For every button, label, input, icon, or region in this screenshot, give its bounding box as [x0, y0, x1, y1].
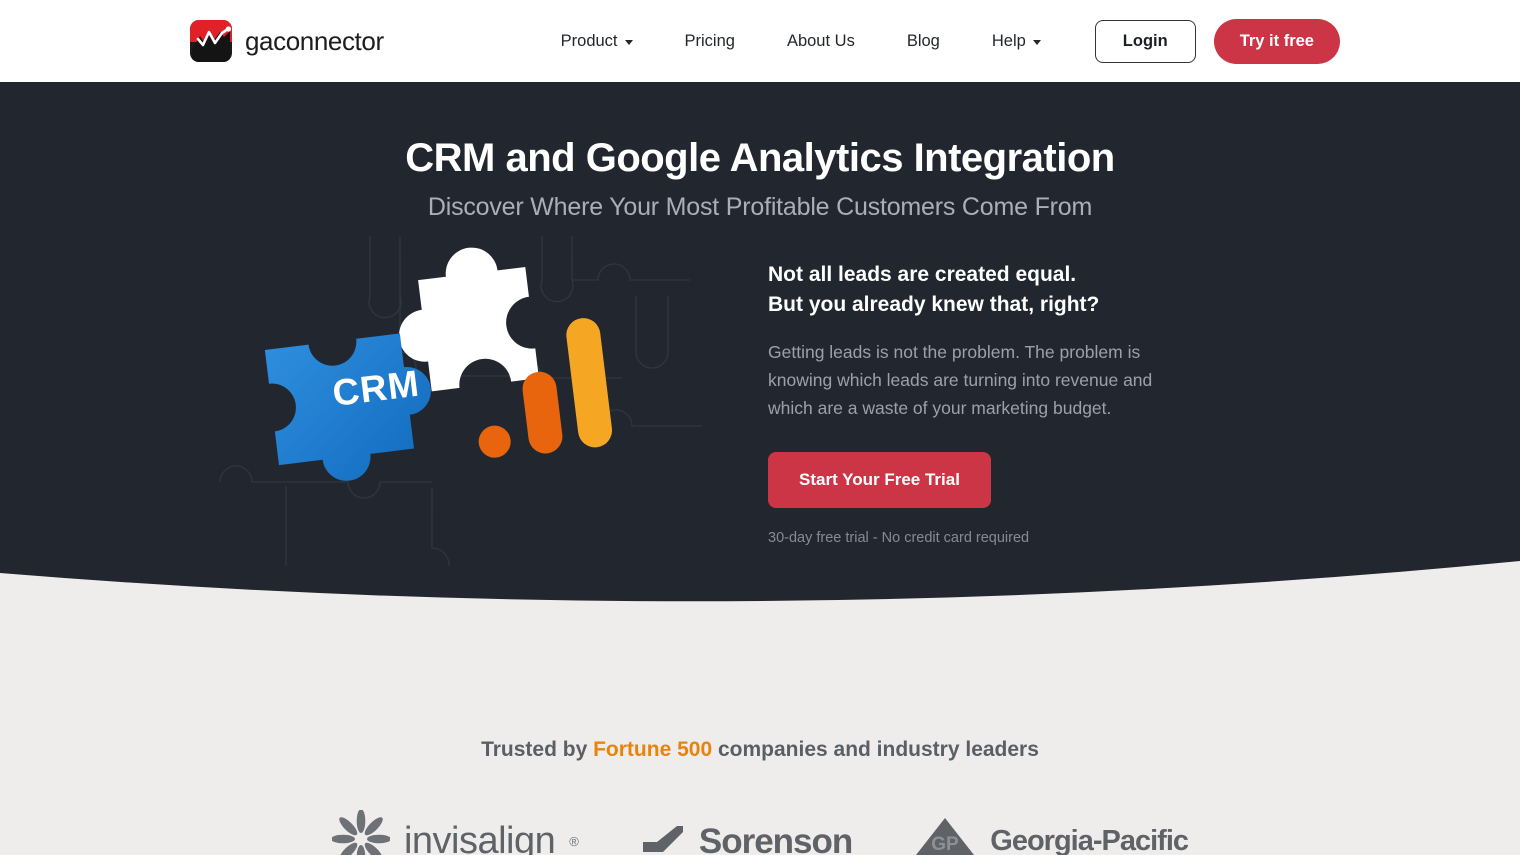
- logo-label: Sorenson: [698, 821, 853, 855]
- brand-logo[interactable]: gaconnector: [190, 20, 384, 62]
- page-subtitle: Discover Where Your Most Profitable Cust…: [427, 193, 1093, 221]
- diagonal-swoosh-icon: [641, 822, 685, 855]
- brand-name: gaconnector: [245, 25, 384, 56]
- nav-item-blog[interactable]: Blog: [907, 22, 940, 61]
- nav-item-product[interactable]: Product: [561, 22, 633, 61]
- crm-ga-puzzle-illustration: CRM: [190, 236, 750, 566]
- logo-label: Georgia-Pacific: [990, 825, 1189, 855]
- hero-body-text: Getting leads is not the problem. The pr…: [768, 341, 1153, 419]
- registered-mark: ®: [569, 834, 579, 849]
- logo-invisalign: invisalign ®: [330, 809, 579, 855]
- lead-headline-line1: Not all leads are created equal.: [768, 263, 1077, 286]
- starburst-flower-icon: [330, 809, 391, 855]
- login-button[interactable]: Login: [1094, 19, 1196, 63]
- site-header: gaconnector Product Pricing About Us Blo…: [0, 0, 1520, 82]
- trial-fineprint: 30-day free trial - No credit card requi…: [768, 529, 1030, 546]
- hero-copy-column: Not all leads are created equal. But you…: [768, 236, 1198, 546]
- svg-text:GP: GP: [932, 834, 960, 855]
- trusted-by-title: Trusted by Fortune 500 companies and ind…: [0, 620, 1520, 762]
- nav-item-about-us[interactable]: About Us: [787, 22, 855, 61]
- main-navigation: Product Pricing About Us Blog Help Login…: [535, 18, 1496, 64]
- try-it-free-button[interactable]: Try it free: [1213, 18, 1340, 64]
- nav-label: Help: [991, 31, 1026, 50]
- nav-item-help[interactable]: Help: [992, 22, 1041, 61]
- client-logo-row-1: invisalign ® Sorenson GP Georgia-Pacific: [0, 809, 1520, 855]
- hero-section: CRM and Google Analytics Integration Dis…: [0, 82, 1520, 620]
- chevron-down-icon: [624, 39, 633, 45]
- nav-item-pricing[interactable]: Pricing: [685, 22, 735, 61]
- start-free-trial-button[interactable]: Start Your Free Trial: [768, 451, 991, 508]
- trusted-title-highlight: Fortune 500: [593, 738, 713, 761]
- trusted-title-after: companies and industry leaders: [712, 738, 1039, 761]
- gp-triangle-icon: GP: [914, 815, 976, 855]
- nav-label: Blog: [906, 31, 940, 50]
- trusted-title-before: Trusted by: [481, 738, 594, 761]
- trusted-by-section: Trusted by Fortune 500 companies and ind…: [0, 620, 1520, 855]
- logo-georgia-pacific: GP Georgia-Pacific: [914, 815, 1189, 855]
- nav-label: Product: [560, 31, 618, 50]
- nav-label: Pricing: [684, 31, 735, 50]
- chevron-down-icon: [1032, 39, 1041, 45]
- page-title: CRM and Google Analytics Integration: [405, 136, 1115, 180]
- chart-mountain-icon: [190, 20, 232, 62]
- logo-label: invisalign: [403, 820, 556, 855]
- lead-headline-line2: But you already knew that, right?: [768, 292, 1100, 316]
- logo-sorenson: Sorenson: [641, 821, 853, 855]
- nav-label: About Us: [786, 31, 855, 50]
